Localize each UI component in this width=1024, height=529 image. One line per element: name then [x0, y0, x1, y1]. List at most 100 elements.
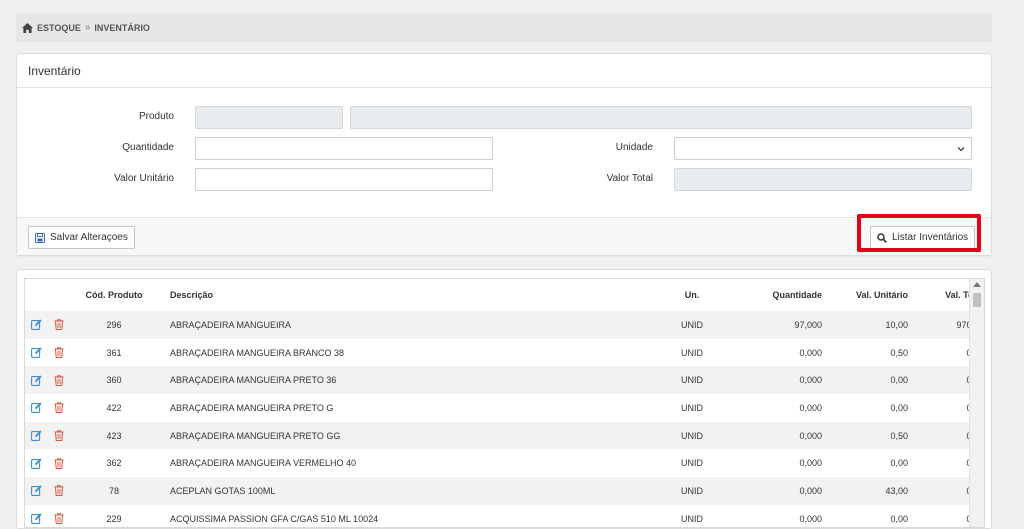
edit-icon[interactable] — [31, 485, 42, 497]
row-actions — [25, 505, 73, 527]
valor-unitario-field[interactable] — [195, 168, 493, 191]
cell-descricao: ABRAÇADEIRA MANGUEIRA BRANCO 38 — [170, 347, 345, 358]
edit-icon[interactable] — [31, 347, 42, 358]
chevron-down-icon — [957, 147, 965, 152]
header-quantidade[interactable]: Quantidade — [743, 279, 823, 311]
quantidade-label: Quantidade — [122, 142, 174, 153]
cell-quantidade: 0,000 — [743, 477, 823, 505]
row-actions — [25, 339, 73, 367]
header-cod-produto[interactable]: Cód. Produto — [73, 279, 155, 311]
trash-icon[interactable] — [54, 513, 64, 525]
cell-quantidade: 0,000 — [743, 366, 823, 395]
cell-cod-produto: 362 — [106, 458, 122, 469]
row-actions — [25, 311, 73, 339]
highlight-box — [857, 214, 981, 252]
valor-total-label: Valor Total — [606, 173, 653, 184]
table-row[interactable]: 229 ACQUISSIMA PASSION GFA C/GAS 510 ML 1… — [25, 505, 984, 527]
cell-val-unitario: 10,00 — [823, 311, 909, 339]
quantidade-field[interactable] — [195, 137, 493, 160]
cell-un: UNID — [641, 311, 743, 339]
table-row[interactable]: 360 ABRAÇADEIRA MANGUEIRA PRETO 36 UNID 0,0… — [25, 366, 984, 395]
cell-un: UNID — [641, 421, 743, 450]
trash-icon[interactable] — [54, 374, 64, 386]
cell-descricao: ABRAÇADEIRA MANGUEIRA VERMELHO 40 — [170, 458, 357, 469]
inventory-table-card: Cód. Produto Descrição Un. Quantidade Va… — [16, 269, 992, 529]
save-changes-button[interactable]: Salvar Alteraçoes — [28, 226, 135, 249]
cell-val-unitario: 0,00 — [823, 366, 909, 395]
edit-icon[interactable] — [31, 319, 42, 331]
row-actions — [25, 477, 73, 505]
table-row[interactable]: 361 ABRAÇADEIRA MANGUEIRA BRANCO 38 UNID 0,… — [25, 339, 984, 367]
table-row[interactable]: 296ABRAÇADEIRA MANGUEIRAUNID97,00010,009… — [25, 311, 984, 339]
header-un[interactable]: Un. — [641, 279, 743, 311]
produto-label: Produto — [138, 111, 174, 122]
cell-cod-produto: 361 — [106, 347, 122, 358]
trash-icon[interactable] — [54, 485, 64, 497]
cell-descricao: ACQUISSIMA PASSION GFA C/GAS 510 ML 1002… — [170, 513, 379, 524]
breadcrumb-separator: » — [84, 22, 91, 33]
cell-descricao: ABRAÇADEIRA MANGUEIRA PRETO GG — [155, 421, 641, 450]
edit-icon[interactable] — [31, 402, 42, 414]
cell-cod-produto: 296 — [73, 311, 155, 339]
table-row[interactable]: 362 ABRAÇADEIRA MANGUEIRA VERMELHO 40 UNID… — [25, 449, 984, 477]
card-footer: Salvar Alteraçoes Listar Inventários — [17, 217, 991, 255]
produto-code-field[interactable] — [195, 106, 343, 129]
header-val-unitario[interactable]: Val. Unitário — [823, 279, 909, 311]
cell-descricao: ABRAÇADEIRA MANGUEIRA PRETO G — [170, 402, 334, 413]
cell-quantidade: 0,000 — [799, 458, 822, 469]
cell-val-unitario: 43,00 — [823, 477, 909, 505]
cell-cod-produto: 423 — [73, 421, 155, 450]
breadcrumb-item-estoque[interactable]: ESTOQUE — [37, 23, 81, 33]
edit-icon[interactable] — [31, 458, 42, 469]
trash-icon[interactable] — [54, 347, 64, 359]
cell-un: UNID — [641, 477, 743, 505]
cell-quantidade: 0,000 — [799, 347, 822, 358]
home-icon[interactable] — [22, 22, 33, 33]
row-actions — [25, 421, 73, 450]
cell-descricao: ACEPLAN GOTAS 100ML — [155, 477, 641, 505]
table-header-row: Cód. Produto Descrição Un. Quantidade Va… — [25, 279, 985, 311]
cell-val-unitario: 0,50 — [823, 421, 909, 450]
table-row[interactable]: 78ACEPLAN GOTAS 100MLUNID0,00043,000,00 — [25, 477, 984, 505]
breadcrumb: ESTOQUE » INVENTÁRIO — [16, 13, 992, 42]
table-row[interactable]: 422 ABRAÇADEIRA MANGUEIRA PRETO G UNID 0,00… — [25, 394, 984, 422]
valor-unitario-label: Valor Unitário — [114, 173, 174, 184]
card-title: Inventário — [17, 54, 991, 88]
trash-icon[interactable] — [54, 457, 64, 469]
inventory-form-card: Inventário Produto Quantidade Unidade Va… — [16, 53, 992, 256]
table-row[interactable]: 423 ABRAÇADEIRA MANGUEIRA PRETO GG UNID 0,0… — [25, 421, 984, 450]
cell-cod-produto: 229 — [106, 513, 122, 524]
header-descricao[interactable]: Descrição — [155, 279, 641, 311]
edit-icon[interactable] — [31, 513, 42, 525]
row-actions — [25, 394, 73, 422]
cell-un: UNID — [681, 513, 703, 524]
header-actions — [25, 279, 73, 311]
cell-un: UNID — [681, 458, 703, 469]
produto-description-field[interactable] — [350, 106, 972, 129]
breadcrumb-item-inventario: INVENTÁRIO — [94, 22, 150, 33]
cell-descricao: ABRAÇADEIRA MANGUEIRA — [155, 311, 641, 339]
save-icon — [35, 232, 45, 243]
trash-icon[interactable] — [54, 402, 64, 414]
cell-cod-produto: 78 — [73, 477, 155, 505]
cell-un: UNID — [681, 402, 703, 413]
cell-val-unitario: 0,00 — [890, 402, 908, 413]
cell-quantidade: 0,000 — [799, 513, 822, 524]
cell-quantidade: 0,000 — [799, 402, 822, 413]
cell-cod-produto: 422 — [106, 402, 122, 413]
edit-icon[interactable] — [31, 375, 42, 386]
save-changes-label: Salvar Alteraçoes — [50, 232, 128, 243]
scroll-thumb[interactable] — [973, 293, 981, 307]
valor-total-field[interactable] — [674, 168, 972, 191]
unidade-select[interactable] — [674, 137, 972, 160]
cell-val-unitario: 0,00 — [890, 513, 908, 524]
cell-un: UNID — [681, 347, 703, 358]
scroll-up-arrow[interactable] — [973, 282, 981, 287]
trash-icon[interactable] — [54, 430, 64, 442]
cell-val-unitario: 0,50 — [890, 347, 908, 358]
table-scrollbar[interactable] — [969, 279, 984, 527]
edit-icon[interactable] — [31, 430, 42, 442]
trash-icon[interactable] — [54, 319, 64, 331]
cell-quantidade: 97,000 — [743, 311, 823, 339]
unidade-label: Unidade — [615, 142, 653, 153]
